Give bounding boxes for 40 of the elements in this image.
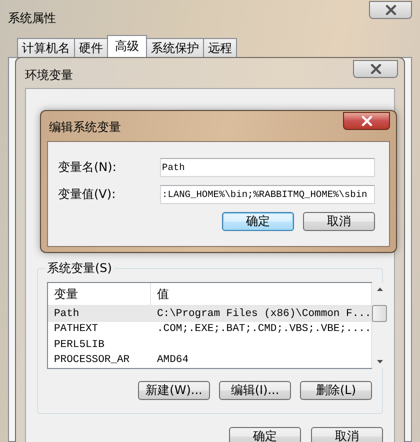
table-cell-text: .COM;.EXE;.BAT;.CMD;.VBS;.VBE;.... xyxy=(156,323,372,336)
close-button[interactable] xyxy=(369,0,412,18)
table-cell-text: PROCESSOR_AR xyxy=(53,354,131,366)
scroll-thumb[interactable] xyxy=(372,305,388,322)
close-icon xyxy=(360,116,372,126)
table-cell-text: PATHEXT xyxy=(53,323,100,336)
column-header[interactable]: 变量 xyxy=(48,283,151,305)
close-icon xyxy=(370,64,382,74)
table-cell-text: Path xyxy=(53,308,80,320)
window-title: 系统属性 xyxy=(8,10,56,26)
dialog-button[interactable]: 删除(L) xyxy=(300,381,372,400)
tab[interactable]: 硬件 xyxy=(74,38,108,57)
tab[interactable]: 计算机名 xyxy=(17,38,75,57)
table-cell-text: C:\Program Files (x86)\Common F... xyxy=(156,308,372,320)
dialog-button[interactable]: 取消 xyxy=(303,212,375,231)
group-label: 系统变量(S) xyxy=(45,260,114,277)
selected-row[interactable]: Path C:\Program Files (x86)\Common F... xyxy=(48,306,372,322)
field-label: 变量名(N): xyxy=(58,159,118,176)
input-field[interactable]: Path xyxy=(160,158,375,177)
close-button[interactable] xyxy=(353,60,398,78)
dialog-button[interactable]: 新建(W)... xyxy=(138,381,210,400)
tab[interactable]: 系统保护 xyxy=(146,38,204,57)
dialog-button[interactable]: 确定 xyxy=(229,427,301,442)
tab[interactable]: 远程 xyxy=(203,38,237,57)
column-header[interactable]: 值 xyxy=(151,283,169,305)
table-row[interactable]: PROCESSOR_AR AMD64 xyxy=(48,352,372,368)
tab[interactable]: 高级 xyxy=(107,35,147,57)
window-title: 环境变量 xyxy=(25,67,73,84)
table-cell-text: PERL5LIB xyxy=(53,338,106,351)
dialog-button[interactable]: 编辑(I)... xyxy=(219,381,291,400)
table-row[interactable]: PERL5LIB xyxy=(48,337,372,352)
close-button[interactable] xyxy=(343,112,390,130)
dialog-button[interactable]: 确定 xyxy=(222,212,294,231)
input-field[interactable]: :LANG_HOME%\bin;%RABBITMQ_HOME%\sbin xyxy=(160,185,375,204)
field-label: 变量值(V): xyxy=(58,186,117,203)
close-icon xyxy=(384,4,396,14)
dialog-title: 编辑系统变量 xyxy=(48,119,121,136)
dialog-button[interactable]: 取消 xyxy=(311,427,383,442)
table-cell-text: AMD64 xyxy=(156,354,189,366)
table-row[interactable]: PATHEXT .COM;.EXE;.BAT;.CMD;.VBS;.VBE;.... xyxy=(48,322,372,337)
